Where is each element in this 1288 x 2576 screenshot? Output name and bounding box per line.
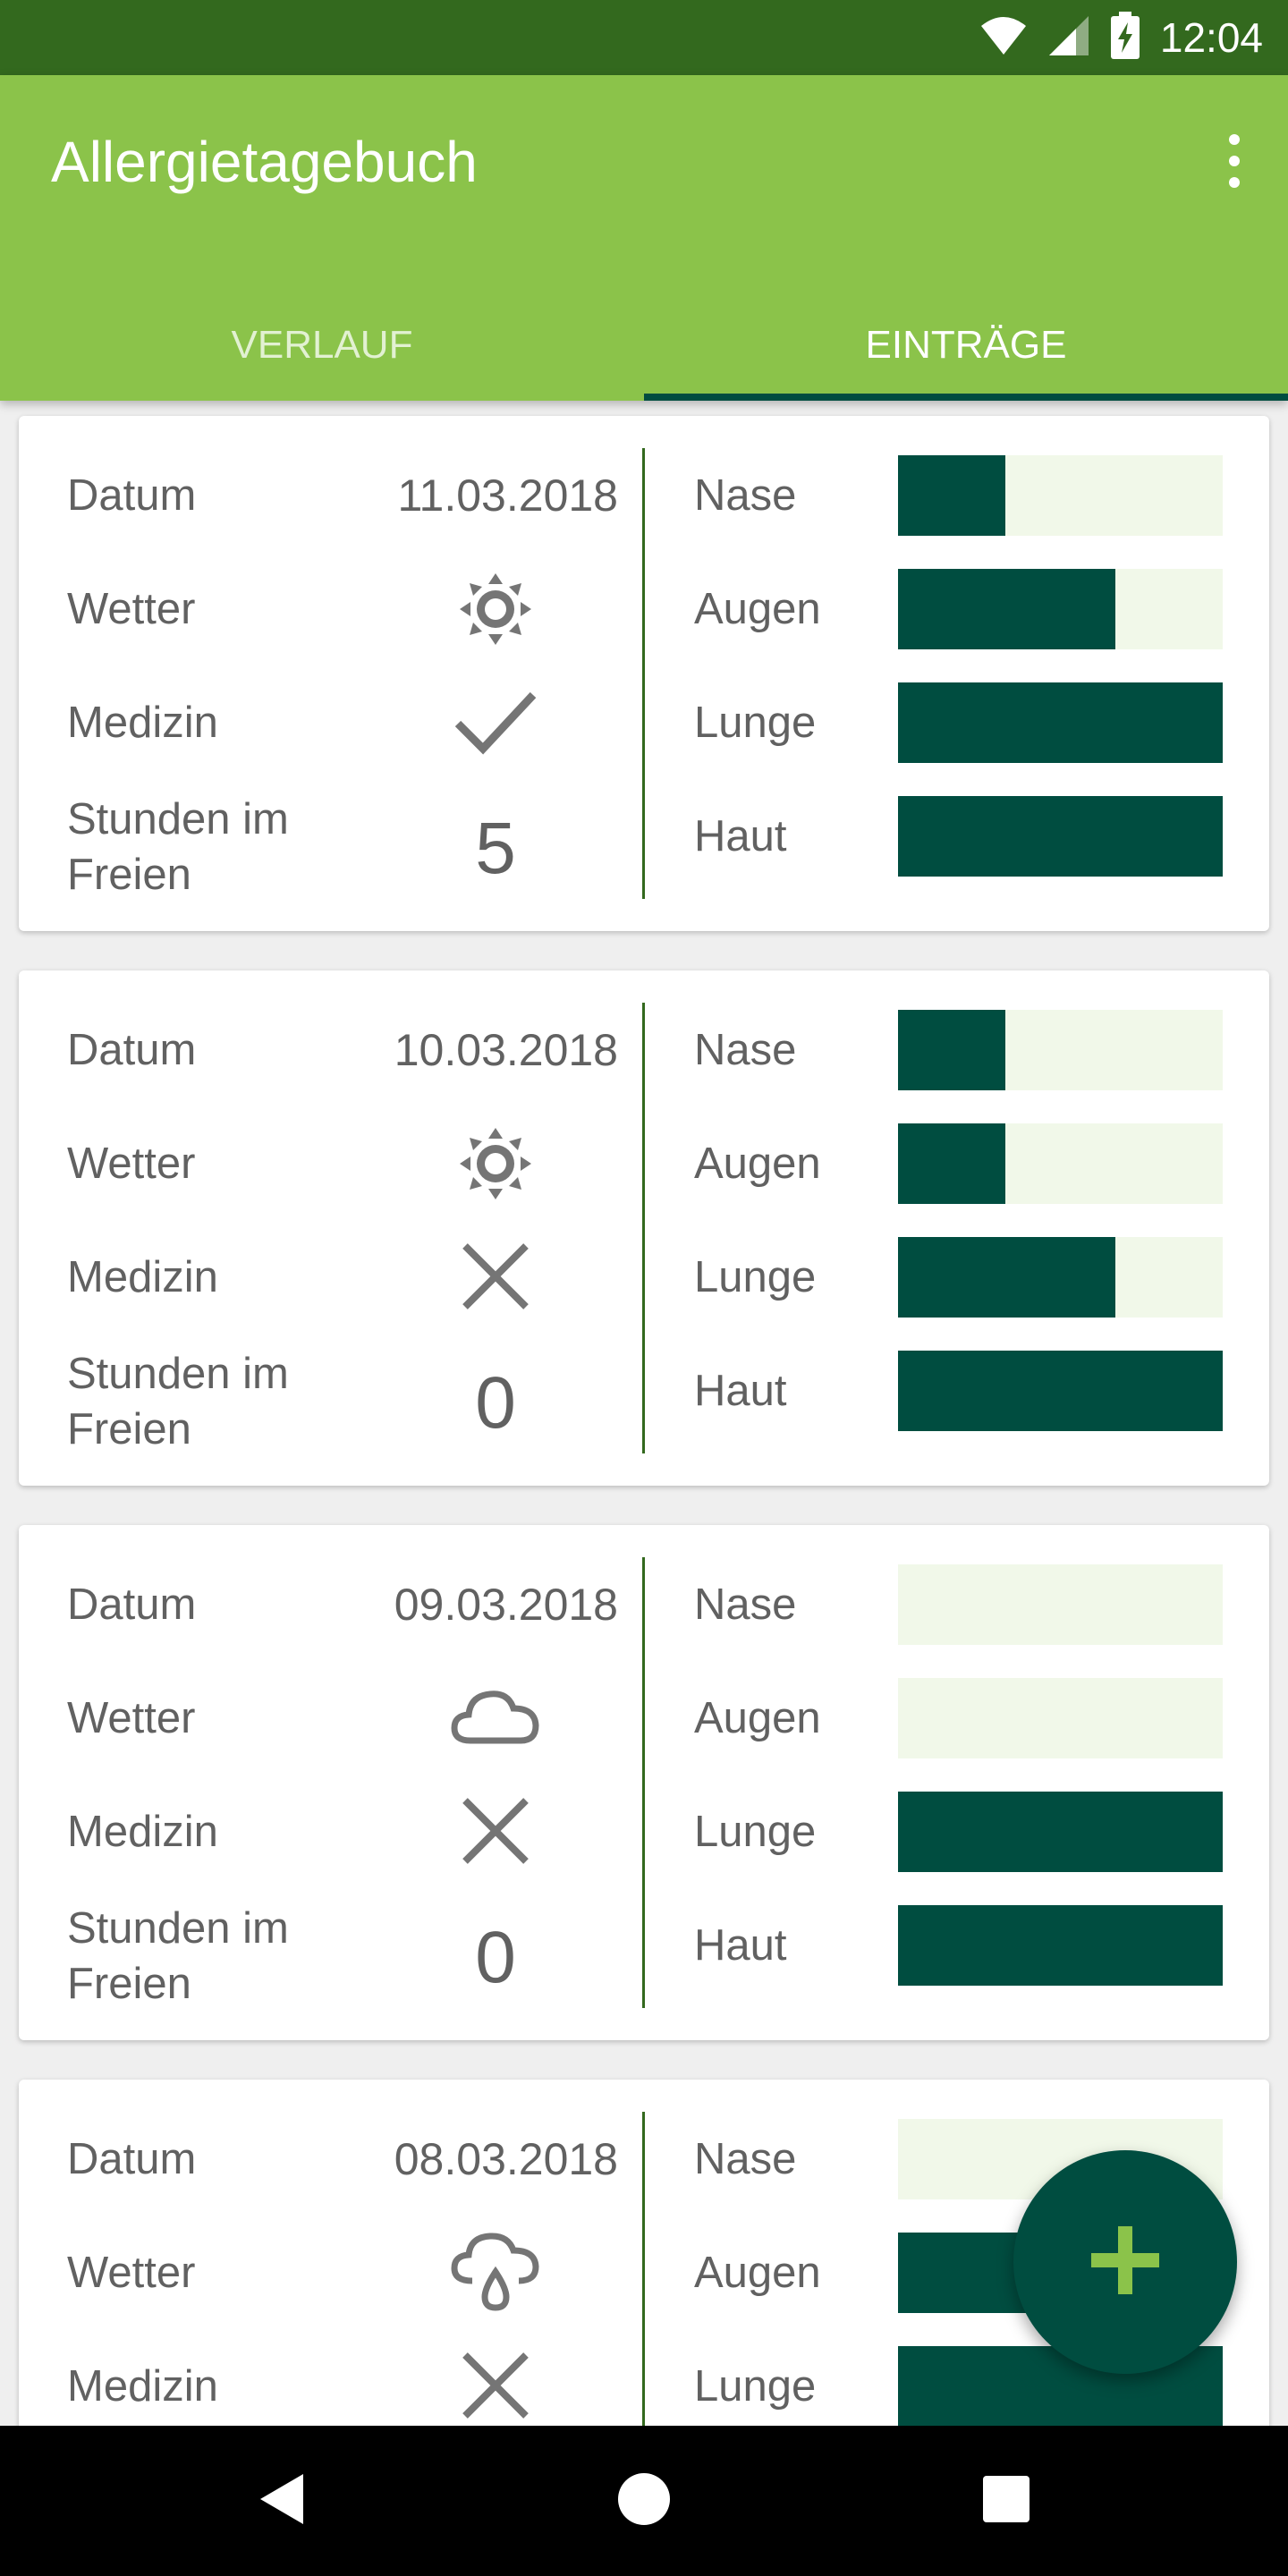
- weather-label: Wetter: [67, 2249, 196, 2297]
- entry-list[interactable]: Datum 11.03.2018 Wetter Medizin Stunden …: [0, 401, 1288, 2426]
- severity-bar-eyes: [898, 1123, 1223, 1204]
- symptom-label-eyes: Augen: [694, 1694, 821, 1742]
- weather-label: Wetter: [67, 1694, 196, 1742]
- symptom-label-nose: Nase: [694, 1580, 797, 1629]
- symptom-label-eyes: Augen: [694, 2249, 821, 2297]
- severity-bar-lungs: [898, 1237, 1223, 1318]
- app-title: Allergietagebuch: [51, 130, 478, 194]
- severity-bar-lungs: [898, 1792, 1223, 1872]
- cross-icon: [446, 1227, 545, 1326]
- entry-date: 09.03.2018: [394, 1580, 618, 1630]
- hours-label: Stunden im Freien: [67, 795, 289, 899]
- symptom-label-eyes: Augen: [694, 1140, 821, 1188]
- back-button[interactable]: [237, 2456, 326, 2546]
- symptom-label-eyes: Augen: [694, 585, 821, 633]
- add-entry-button[interactable]: [1013, 2150, 1237, 2374]
- symptom-label-nose: Nase: [694, 471, 797, 520]
- entry-card[interactable]: Datum 11.03.2018 Wetter Medizin Stunden …: [19, 416, 1269, 931]
- severity-bar-skin: [898, 796, 1223, 877]
- symptom-label-skin: Haut: [694, 812, 787, 860]
- entry-date: 08.03.2018: [394, 2134, 618, 2184]
- home-button[interactable]: [599, 2456, 689, 2546]
- tab-indicator: [644, 394, 1288, 401]
- severity-bar-nose: [898, 1010, 1223, 1090]
- symptom-label-skin: Haut: [694, 1367, 787, 1415]
- severity-bar-nose: [898, 455, 1223, 536]
- severity-bar-eyes: [898, 569, 1223, 649]
- status-icons: 12:04: [979, 0, 1263, 75]
- symptom-label-lungs: Lunge: [694, 1808, 817, 1856]
- card-divider: [642, 1557, 645, 2008]
- check-icon: [446, 673, 545, 771]
- card-divider: [642, 448, 645, 899]
- cloud-icon: [446, 1669, 545, 1767]
- symptom-label-lungs: Lunge: [694, 1253, 817, 1301]
- severity-bar-skin: [898, 1351, 1223, 1431]
- severity-bar-lungs: [898, 682, 1223, 763]
- entry-card[interactable]: Datum 09.03.2018 Wetter Medizin Stunden …: [19, 1525, 1269, 2040]
- recents-icon: [982, 2475, 1030, 2528]
- severity-bar-skin: [898, 1905, 1223, 1986]
- card-divider: [642, 2112, 645, 2426]
- cross-icon: [446, 2336, 545, 2426]
- hours-label: Stunden im Freien: [67, 1350, 289, 1453]
- weather-label: Wetter: [67, 585, 196, 633]
- battery-charging-icon: [1110, 11, 1140, 64]
- card-divider: [642, 1003, 645, 1453]
- symptom-label-lungs: Lunge: [694, 699, 817, 747]
- back-icon: [257, 2470, 307, 2532]
- tab-verlauf[interactable]: VERLAUF: [0, 290, 644, 401]
- symptom-label-nose: Nase: [694, 2135, 797, 2183]
- status-bar: 12:04: [0, 0, 1288, 75]
- entry-date: 10.03.2018: [394, 1025, 618, 1075]
- medicine-label: Medizin: [67, 1253, 218, 1301]
- symptom-label-lungs: Lunge: [694, 2362, 817, 2411]
- date-label: Datum: [67, 471, 197, 520]
- medicine-label: Medizin: [67, 699, 218, 747]
- cell-signal-icon: [1047, 14, 1090, 62]
- rain-cloud-icon: [446, 2224, 545, 2322]
- entry-date: 11.03.2018: [397, 470, 618, 521]
- cross-icon: [446, 1782, 545, 1880]
- overflow-menu-button[interactable]: [1208, 125, 1261, 197]
- date-label: Datum: [67, 1026, 197, 1074]
- wifi-icon: [979, 15, 1028, 61]
- plus-icon: [1089, 2224, 1161, 2301]
- home-icon: [617, 2472, 671, 2530]
- tab-eintraege[interactable]: EINTRÄGE: [644, 290, 1288, 401]
- hours-value: 0: [475, 1917, 516, 1998]
- weather-label: Wetter: [67, 1140, 196, 1188]
- symptom-label-skin: Haut: [694, 1921, 787, 1970]
- symptom-label-nose: Nase: [694, 1026, 797, 1074]
- sun-icon: [446, 1114, 545, 1213]
- recents-button[interactable]: [962, 2456, 1051, 2546]
- sun-icon: [446, 560, 545, 658]
- status-time: 12:04: [1159, 14, 1263, 61]
- entry-card[interactable]: Datum 10.03.2018 Wetter Medizin Stunden …: [19, 970, 1269, 1486]
- hours-value: 0: [475, 1362, 516, 1444]
- hours-label: Stunden im Freien: [67, 1904, 289, 2008]
- date-label: Datum: [67, 2135, 197, 2183]
- hours-value: 5: [475, 808, 516, 889]
- severity-bar-eyes: [898, 1678, 1223, 1758]
- date-label: Datum: [67, 1580, 197, 1629]
- app-bar: Allergietagebuch VERLAUF EINTRÄGE: [0, 75, 1288, 401]
- system-nav-bar: [0, 2426, 1288, 2576]
- severity-bar-nose: [898, 1564, 1223, 1645]
- medicine-label: Medizin: [67, 1808, 218, 1856]
- more-vert-icon: [1229, 134, 1240, 145]
- medicine-label: Medizin: [67, 2362, 218, 2411]
